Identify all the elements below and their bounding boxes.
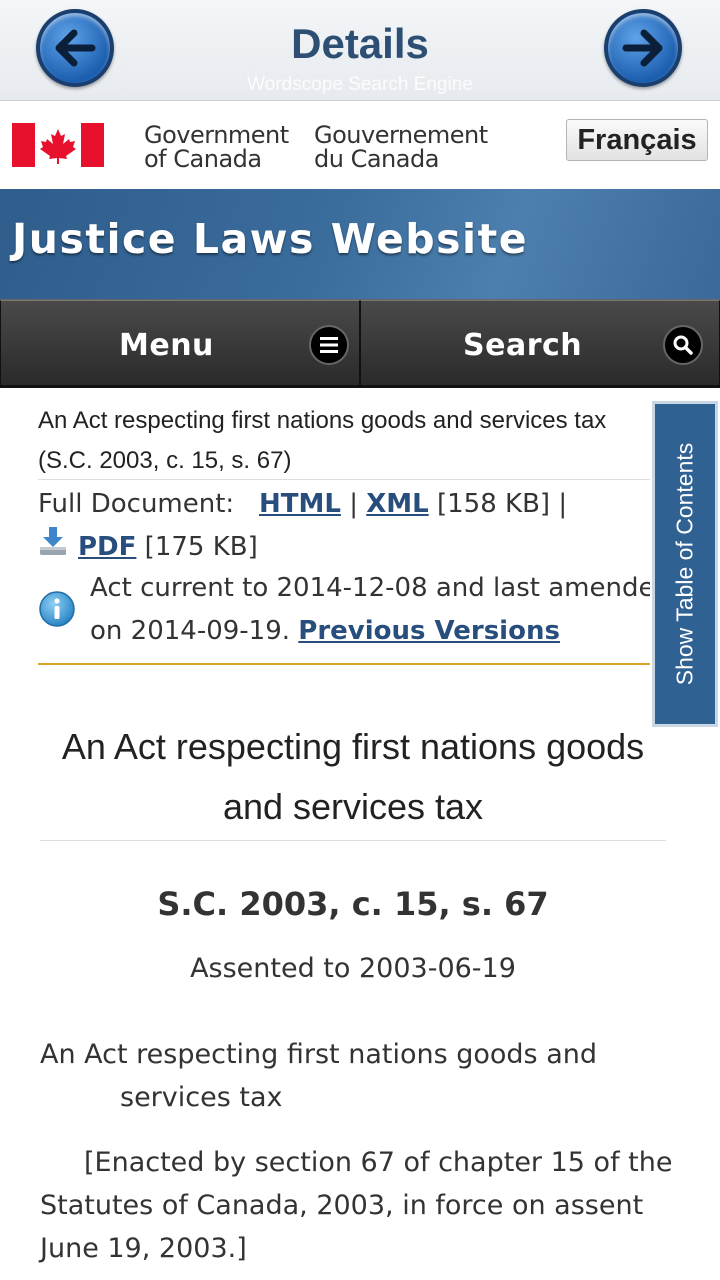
accent-divider (38, 663, 650, 665)
previous-versions-link[interactable]: Previous Versions (298, 616, 560, 646)
pdf-link-row: PDF [175 KB] (38, 525, 258, 570)
arrow-right-icon (622, 29, 663, 67)
wordmark-en-line2: of Canada (144, 145, 262, 173)
current-text-2: on 2014-09-19. (90, 616, 291, 646)
enactment-note: [Enacted by section 67 of chapter 15 of … (40, 1147, 673, 1264)
wordmark-fr-line2: du Canada (314, 145, 439, 173)
currency-notice: Act current to 2014-12-08 and last amend… (90, 567, 650, 653)
download-icon (38, 525, 68, 570)
long-title-line1: An Act respecting first nations goods an… (40, 1039, 598, 1070)
xml-size: [158 KB] | (436, 489, 568, 519)
xml-link[interactable]: XML (366, 489, 429, 519)
show-table-of-contents-tab[interactable]: Show Table of Contents (652, 401, 718, 727)
top-navigation-bar: Details Wordscope Search Engine (0, 0, 720, 101)
menu-button[interactable]: Menu (0, 300, 360, 386)
menu-label: Menu (119, 328, 214, 363)
search-icon (663, 325, 703, 365)
separator: | (349, 489, 358, 519)
pdf-size: [175 KB] (144, 532, 258, 562)
language-toggle-button[interactable]: Français (566, 119, 708, 161)
site-banner: Justice Laws Website (0, 189, 720, 299)
full-document-label: Full Document: (38, 489, 235, 519)
search-button[interactable]: Search (360, 300, 720, 386)
assent-date: Assented to 2003-06-19 (190, 953, 516, 984)
search-label: Search (463, 328, 583, 363)
full-document-links: Full Document: HTML | XML [158 KB] | (38, 483, 650, 525)
toc-tab-label: Show Table of Contents (671, 442, 698, 686)
divider (38, 479, 650, 480)
hamburger-icon (309, 325, 349, 365)
pdf-link[interactable]: PDF (78, 532, 136, 562)
html-link[interactable]: HTML (259, 489, 341, 519)
divider (40, 840, 666, 841)
act-title: An Act respecting first nations goods an… (61, 726, 645, 827)
site-title[interactable]: Justice Laws Website (12, 215, 528, 263)
gouvernement-du-canada-wordmark: Gouvernement du Canada (314, 123, 488, 171)
act-chapter: S.C. 2003, c. 15, s. 67 (157, 885, 549, 923)
current-text-1: Act current to 2014-12-08 and last amend… (90, 573, 650, 603)
document-short-title: An Act respecting first nations goods an… (38, 407, 607, 474)
act-long-title: An Act respecting first nations goods an… (40, 1033, 680, 1119)
government-header: Government of Canada Gouvernement du Can… (0, 101, 720, 189)
menu-search-toolbar: Menu Search (0, 299, 720, 388)
main-content: An Act respecting first nations goods an… (0, 385, 720, 1280)
government-of-canada-wordmark: Government of Canada (144, 123, 289, 171)
long-title-line2: services tax (120, 1082, 283, 1113)
forward-button[interactable] (604, 9, 682, 87)
info-icon (39, 591, 75, 627)
canada-flag-icon (12, 123, 104, 167)
